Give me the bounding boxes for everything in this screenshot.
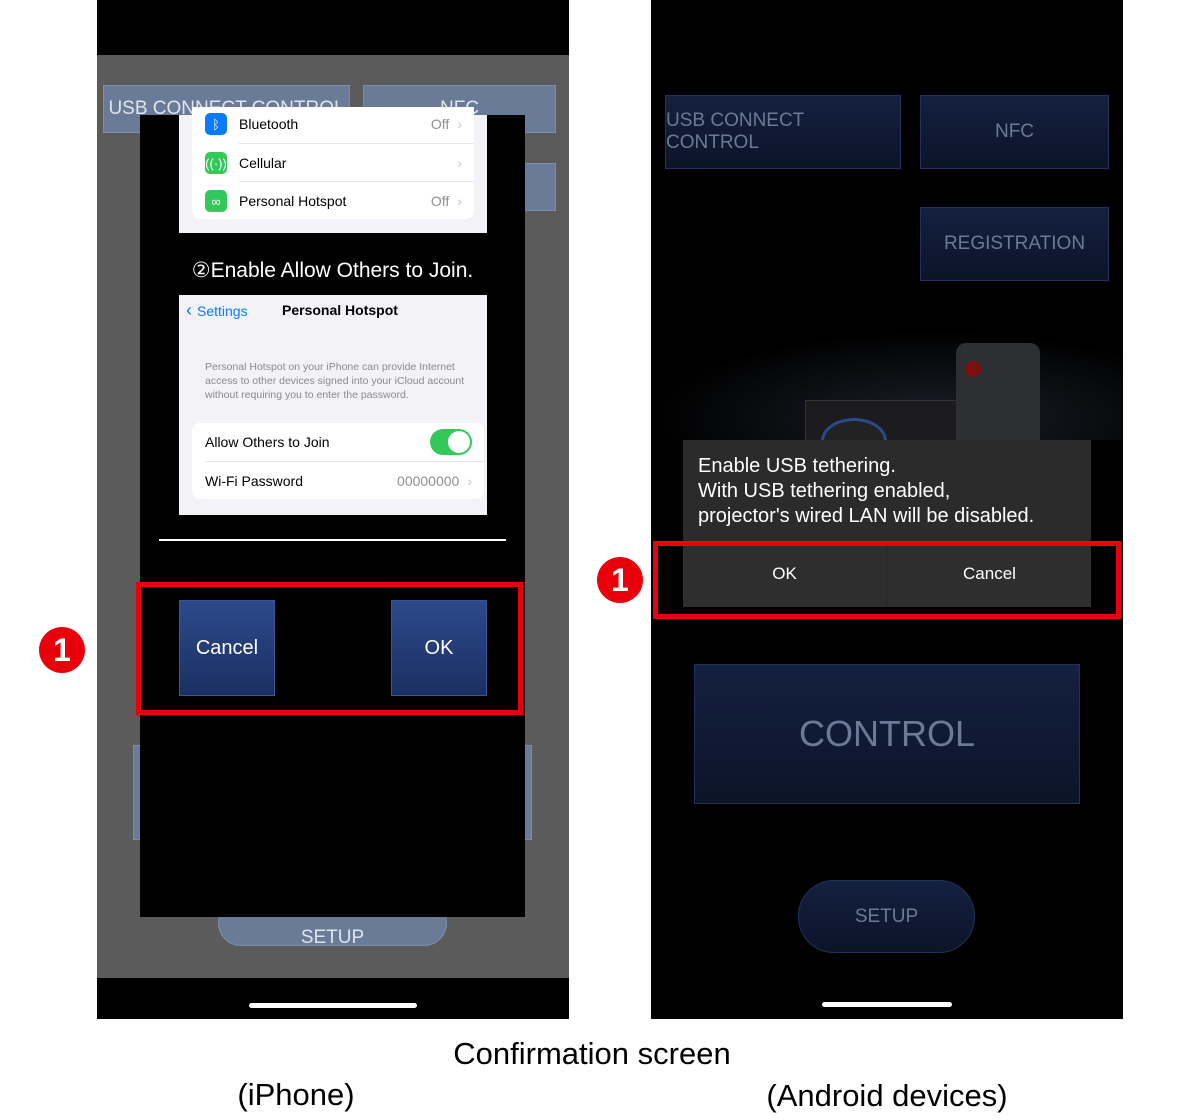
divider (159, 539, 506, 541)
chevron-right-icon: › (457, 193, 462, 209)
dialog-line: With USB tethering enabled, (698, 480, 951, 502)
chevron-right-icon: › (457, 116, 462, 132)
settings-row-hotspot: ∞ Personal Hotspot Off › (205, 181, 474, 220)
control-button[interactable]: CONTROL (694, 664, 1080, 804)
row-label: Wi-Fi Password (205, 473, 304, 489)
projector-remote-image (651, 330, 1123, 464)
highlight-box (653, 541, 1121, 619)
row-value: 00000000 (397, 473, 460, 489)
bluetooth-icon: ᛒ (205, 113, 227, 135)
callout-badge: 1 (39, 627, 85, 673)
step-instruction: ②Enable Allow Others to Join. (191, 259, 474, 282)
chevron-right-icon: › (467, 473, 472, 489)
remote-icon (956, 343, 1040, 443)
dialog-line: Enable USB tethering. (698, 455, 896, 477)
row-label: Allow Others to Join (205, 434, 330, 450)
caption-android: (Android devices) (766, 1078, 1008, 1113)
row-value: Off (430, 116, 450, 132)
row-label: Personal Hotspot (239, 193, 347, 209)
row-label: Bluetooth (239, 116, 299, 132)
highlight-box (136, 582, 523, 715)
home-indicator (822, 1002, 952, 1007)
registration-button[interactable]: REGISTRATION (920, 207, 1109, 281)
caption-iphone: (iPhone) (237, 1077, 355, 1112)
nfc-button[interactable]: NFC (920, 95, 1109, 169)
chevron-right-icon: › (457, 155, 462, 171)
hotspot-link-icon: ∞ (205, 190, 227, 212)
allow-others-row: Allow Others to Join (192, 423, 484, 461)
usb-connect-control-button[interactable]: USB CONNECT CONTROL (665, 95, 901, 169)
home-indicator (249, 1003, 417, 1008)
allow-others-toggle (430, 429, 472, 455)
confirmation-overlay (140, 115, 525, 917)
back-label: Settings (197, 303, 248, 319)
android-screen: USB CONNECT CONTROL NFC REGISTRATION Ena… (651, 0, 1123, 1019)
row-value: Off (430, 193, 450, 209)
chevron-left-icon: ‹ (186, 300, 197, 320)
row-label: Cellular (239, 155, 287, 171)
hotspot-screenshot: ‹ Settings Personal Hotspot Personal Hot… (179, 295, 487, 515)
wifi-password-row: Wi-Fi Password 00000000 › (205, 461, 484, 500)
settings-screenshot: ᛒ Bluetooth Off › ((·)) Cellular › ∞ Personal … (179, 107, 487, 233)
settings-row-bluetooth: ᛒ Bluetooth Off › (192, 105, 474, 143)
hotspot-description: Personal Hotspot on your iPhone can prov… (205, 361, 465, 401)
caption-title: Confirmation screen (453, 1036, 731, 1071)
back-settings-link: ‹ Settings (186, 300, 248, 321)
setup-button[interactable]: SETUP (798, 880, 975, 953)
settings-row-cellular: ((·)) Cellular › (205, 143, 474, 182)
callout-badge: 1 (597, 557, 643, 603)
hotspot-title: Personal Hotspot (282, 302, 398, 318)
antenna-icon: ((·)) (205, 152, 227, 174)
dialog-message: Enable USB tethering. With USB tethering… (698, 454, 1034, 529)
dialog-line: projector's wired LAN will be disabled. (698, 505, 1035, 527)
